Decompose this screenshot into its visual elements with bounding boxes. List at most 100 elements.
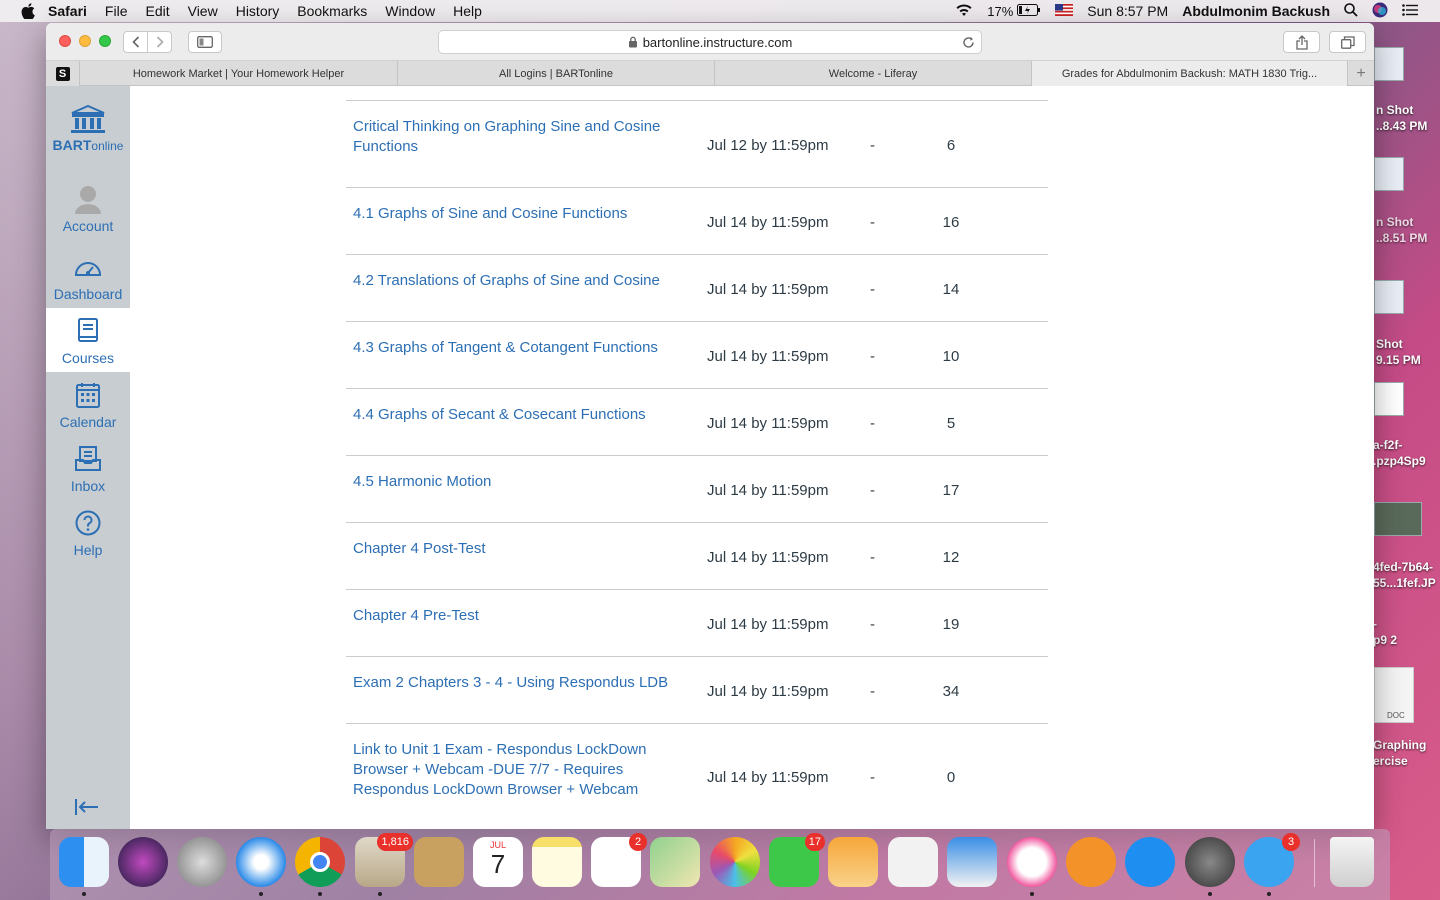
siri-icon[interactable] (1372, 2, 1388, 21)
desktop-file-label[interactable]: n Shot ..8.43 PM (1376, 102, 1440, 134)
assignment-link[interactable]: 4.5 Harmonic Motion (353, 472, 683, 492)
assignment-link[interactable]: Exam 2 Chapters 3 - 4 - Using Respondus … (353, 673, 683, 693)
desktop-file-label[interactable]: n Shot ..8.51 PM (1376, 214, 1440, 246)
back-button[interactable] (123, 31, 148, 53)
reminders-icon[interactable]: 2 (591, 833, 647, 887)
chrome-icon[interactable] (295, 837, 345, 896)
tab-homework-market[interactable]: Homework Market | Your Homework Helper (80, 61, 398, 86)
chart-thumbnail[interactable] (1374, 382, 1404, 416)
score: - (870, 769, 875, 786)
new-tab-button[interactable]: + (1348, 61, 1374, 86)
share-button[interactable] (1283, 31, 1320, 53)
keynote-icon[interactable] (947, 837, 997, 887)
doc-thumbnail[interactable]: DOC (1374, 667, 1414, 723)
desktop-file-label[interactable]: Graphing ercise (1373, 737, 1440, 769)
wifi-icon[interactable] (955, 3, 973, 20)
itunes-icon[interactable] (1007, 837, 1057, 896)
system-preferences-icon[interactable] (1185, 837, 1235, 896)
address-bar[interactable]: bartonline.instructure.com (438, 30, 982, 54)
tab-welcome-liferay[interactable]: Welcome - Liferay (715, 61, 1032, 86)
table-row: 4.1 Graphs of Sine and Cosine Functions … (346, 187, 1048, 254)
nav-account[interactable]: Account (46, 180, 130, 244)
contacts-icon[interactable] (414, 837, 464, 887)
assignment-link[interactable]: 4.4 Graphs of Secant & Cosecant Function… (353, 405, 683, 425)
battery-percent[interactable]: 17% (987, 4, 1013, 19)
image-thumbnail[interactable] (1374, 502, 1422, 536)
assignment-link[interactable]: 4.1 Graphs of Sine and Cosine Functions (353, 204, 683, 224)
menu-edit[interactable]: Edit (145, 3, 169, 19)
pinned-tab[interactable]: S (46, 61, 80, 86)
desktop-file-label[interactable]: 4fed-7b64- 55...1fef.JP (1373, 559, 1440, 591)
menu-view[interactable]: View (188, 3, 218, 19)
nav-dashboard[interactable]: Dashboard (46, 248, 130, 312)
nav-help[interactable]: Help (46, 504, 130, 568)
screenshot-thumbnail[interactable] (1374, 280, 1404, 314)
desktop-file-label[interactable]: a-f2f- .pzp4Sp9 (1373, 437, 1440, 469)
menu-user[interactable]: Abdulmonim Backush (1182, 3, 1330, 19)
tab-bar: S Homework Market | Your Homework Helper… (46, 61, 1374, 86)
collapse-nav-button[interactable] (74, 798, 102, 818)
spotlight-icon[interactable] (1344, 2, 1358, 20)
photos-icon[interactable] (710, 837, 760, 887)
ibooks-icon[interactable] (1066, 837, 1116, 887)
notification-center-icon[interactable] (1402, 3, 1418, 19)
menu-file[interactable]: File (105, 3, 128, 19)
pages-icon[interactable] (828, 837, 878, 887)
finder-icon[interactable] (59, 837, 109, 896)
notes-icon[interactable] (532, 837, 582, 887)
close-window-button[interactable] (59, 35, 71, 47)
battery-icon[interactable] (1017, 3, 1041, 19)
tab-all-logins[interactable]: All Logins | BARTonline (398, 61, 715, 86)
trash-icon[interactable] (1330, 837, 1374, 887)
logo-rest-text: online (91, 139, 124, 153)
menu-bookmarks[interactable]: Bookmarks (297, 3, 367, 19)
maps-icon[interactable] (650, 837, 700, 887)
app-store-icon[interactable] (1125, 837, 1175, 887)
score: - (870, 482, 875, 499)
nav-courses[interactable]: Courses (46, 308, 130, 372)
menu-window[interactable]: Window (385, 3, 435, 19)
mail-badge: 1,816 (377, 833, 413, 851)
menu-clock[interactable]: Sun 8:57 PM (1087, 3, 1168, 19)
messages-badge: 3 (1282, 833, 1300, 851)
minimize-window-button[interactable] (79, 35, 91, 47)
mail-icon[interactable]: 1,816 (355, 833, 413, 896)
assignment-link[interactable]: Link to Unit 1 Exam - Respondus LockDown… (353, 740, 673, 800)
assignment-link[interactable]: 4.2 Translations of Graphs of Sine and C… (353, 271, 683, 291)
show-all-tabs-button[interactable] (1329, 31, 1366, 53)
url-text: bartonline.instructure.com (642, 34, 793, 50)
desktop-file-label[interactable]: - p9 2 (1373, 616, 1440, 648)
sidebar-icon (197, 36, 213, 48)
nav-inbox[interactable]: Inbox (46, 440, 130, 504)
screenshot-thumbnail[interactable] (1374, 47, 1404, 81)
screenshot-thumbnail[interactable] (1374, 157, 1404, 191)
tab-grades[interactable]: Grades for Abdulmonim Backush: MATH 1830… (1032, 61, 1348, 86)
menu-app-name[interactable]: Safari (48, 3, 87, 19)
numbers-icon[interactable] (888, 837, 938, 887)
safari-dock-icon[interactable] (236, 837, 286, 896)
assignment-link[interactable]: 4.3 Graphs of Tangent & Cotangent Functi… (353, 338, 683, 358)
bartonline-logo[interactable]: BARTonline (46, 104, 130, 153)
facetime-icon[interactable]: 17 (769, 833, 825, 887)
us-flag-icon[interactable] (1055, 3, 1074, 19)
assignment-link[interactable]: Chapter 4 Pre-Test (353, 606, 683, 626)
zoom-window-button[interactable] (99, 35, 111, 47)
account-icon (73, 184, 103, 214)
assignment-link[interactable]: Critical Thinking on Graphing Sine and C… (353, 117, 683, 157)
sidebar-toggle-button[interactable] (188, 31, 222, 53)
desktop-file-label[interactable]: Shot 9.15 PM (1376, 336, 1440, 368)
menu-history[interactable]: History (236, 3, 280, 19)
logo-bold-text: BART (52, 137, 92, 153)
assignment-link[interactable]: Chapter 4 Post-Test (353, 539, 683, 559)
assignments-table: Critical Thinking on Graphing Sine and C… (346, 100, 1048, 823)
siri-dock-icon[interactable] (118, 837, 168, 887)
due-date: Jul 12 by 11:59pm (707, 137, 829, 154)
forward-button[interactable] (147, 31, 172, 53)
messages-icon[interactable]: 3 (1244, 833, 1300, 896)
reload-icon[interactable] (962, 36, 975, 49)
apple-icon[interactable] (20, 3, 36, 19)
menu-help[interactable]: Help (453, 3, 482, 19)
launchpad-icon[interactable] (177, 837, 227, 887)
nav-calendar[interactable]: Calendar (46, 376, 130, 440)
calendar-dock-icon[interactable]: JUL 7 (473, 837, 523, 887)
